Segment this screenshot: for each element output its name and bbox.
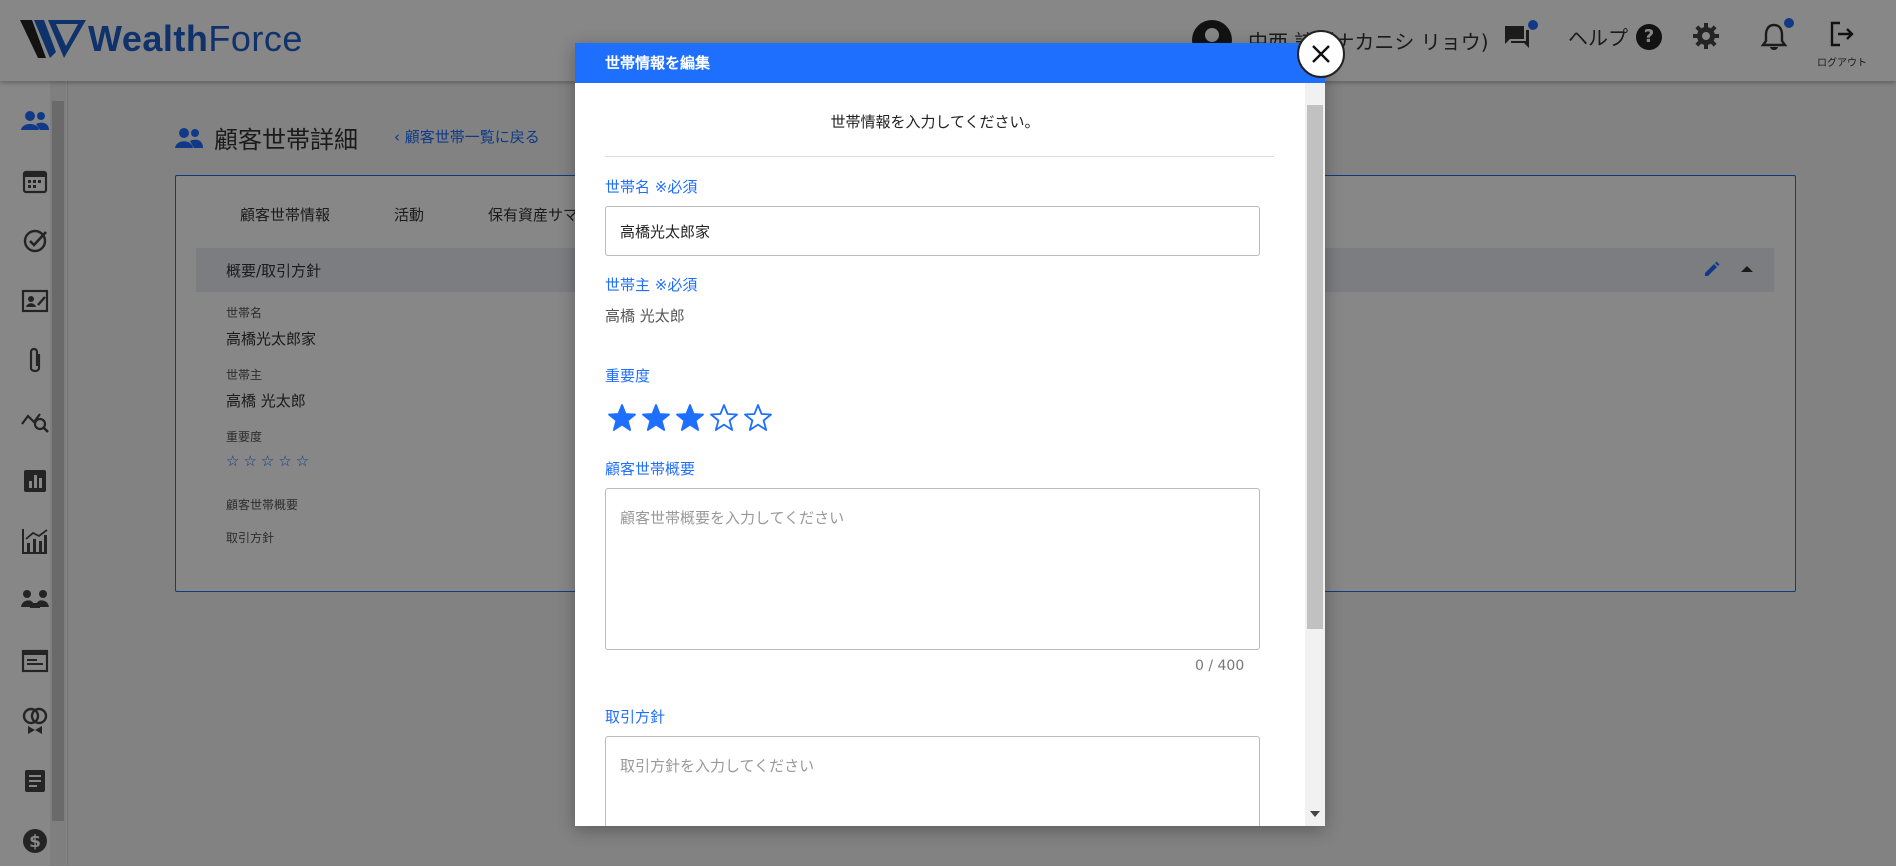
star-outline-icon[interactable] (707, 403, 741, 433)
star-filled-icon[interactable] (639, 403, 673, 433)
household-name-label: 世帯名 ※必須 (605, 178, 698, 196)
dialog-close-button[interactable] (1297, 30, 1345, 78)
summary-label: 顧客世帯概要 (605, 460, 696, 478)
close-icon (1312, 45, 1330, 63)
importance-rating[interactable] (605, 403, 775, 433)
policy-textarea[interactable] (605, 736, 1260, 826)
household-name-input[interactable] (605, 206, 1260, 256)
summary-char-counter: 0 / 400 (1195, 658, 1245, 674)
star-outline-icon[interactable] (741, 403, 775, 433)
head-of-household-value: 高橋 光太郎 (605, 307, 685, 325)
star-filled-icon[interactable] (605, 403, 639, 433)
dialog-scroll-thumb[interactable] (1307, 105, 1323, 629)
policy-label: 取引方針 (605, 708, 666, 726)
divider (605, 156, 1274, 157)
summary-textarea[interactable] (605, 488, 1260, 650)
head-of-household-label: 世帯主 ※必須 (605, 276, 698, 294)
star-filled-icon[interactable] (673, 403, 707, 433)
dialog-instructions: 世帯情報を入力してください。 (830, 113, 1040, 131)
scroll-down-arrow-icon[interactable] (1310, 811, 1320, 817)
dialog-title: 世帯情報を編集 (575, 43, 1325, 83)
edit-household-dialog: 世帯情報を編集 世帯情報を入力してください。 世帯名 ※必須 世帯主 ※必須 高… (575, 43, 1325, 826)
importance-label: 重要度 (605, 367, 651, 385)
